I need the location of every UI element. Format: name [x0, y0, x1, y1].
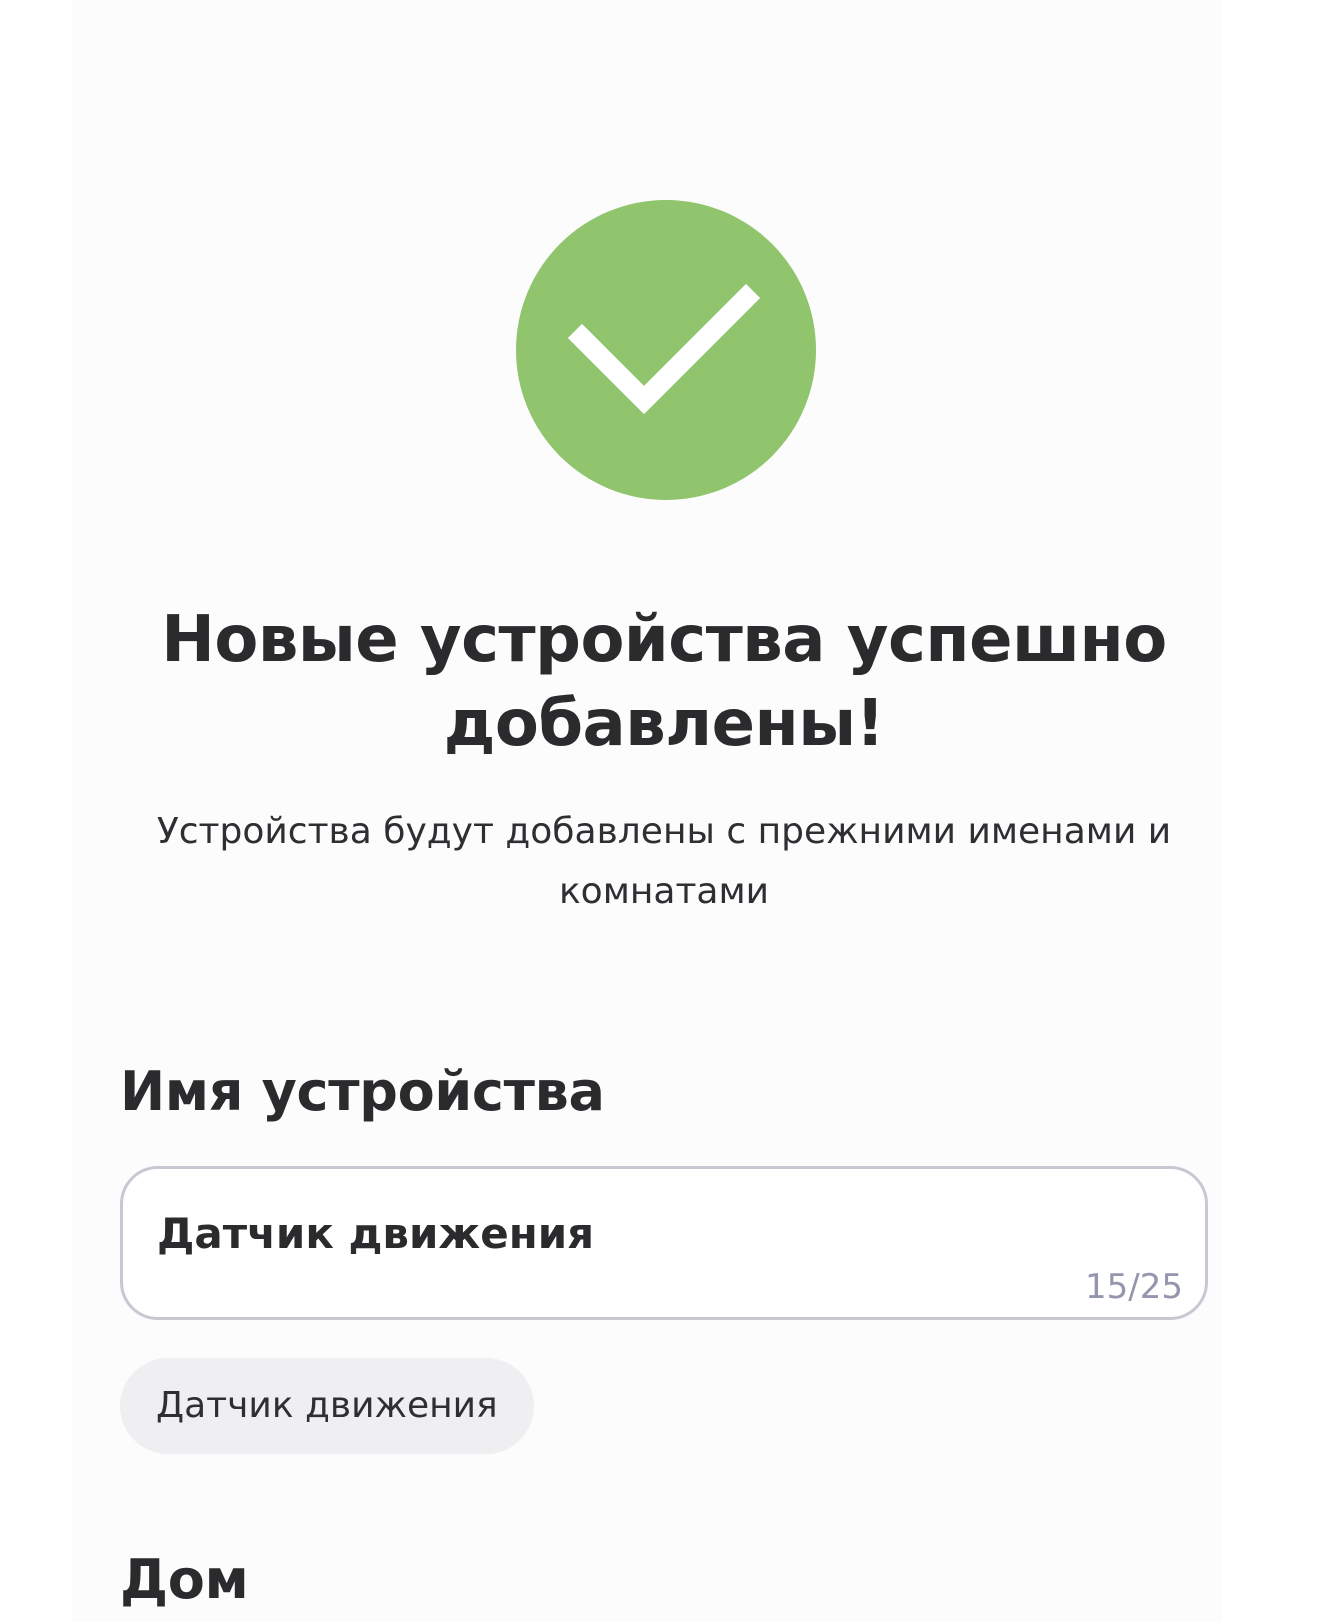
success-badge	[516, 200, 816, 500]
check-icon	[567, 283, 761, 415]
page-subtitle: Устройства будут добавлены с прежними им…	[156, 811, 1172, 912]
device-name-field[interactable]: 15/25	[120, 1166, 1208, 1320]
device-name-label: Имя устройства	[120, 1060, 605, 1123]
device-name-input[interactable]	[157, 1203, 1057, 1263]
name-suggestion-chip[interactable]: Датчик движения	[120, 1358, 534, 1454]
home-label: Дом	[120, 1548, 249, 1611]
character-counter: 15/25	[1085, 1267, 1183, 1307]
page-title: Новые устройства успешно добавлены!	[161, 603, 1167, 761]
